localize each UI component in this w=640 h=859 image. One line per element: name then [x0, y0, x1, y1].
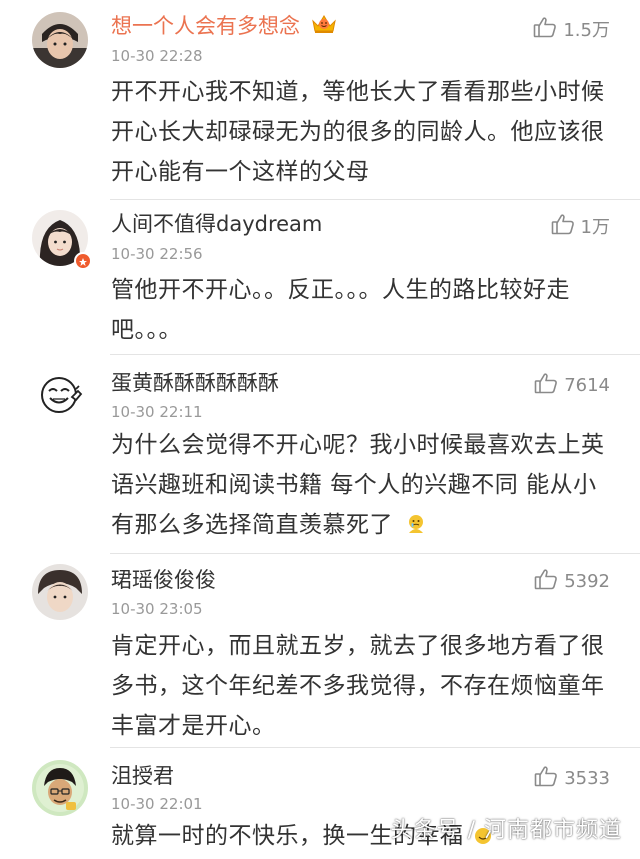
like-count: 7614	[564, 374, 610, 396]
user-avatar[interactable]	[32, 760, 88, 816]
thumbs-up-icon	[533, 16, 557, 42]
comment-time: 10-30 22:28	[111, 47, 203, 65]
comment-item: 人间不值得daydream 10-30 22:56 1万 管他开不开心。。反正。…	[0, 200, 640, 355]
comment-time: 10-30 23:05	[111, 600, 203, 618]
username[interactable]: 蛋黄酥酥酥酥酥酥	[111, 369, 279, 397]
username[interactable]: 沮授君	[111, 762, 174, 790]
comment-time: 10-30 22:56	[111, 245, 203, 263]
user-avatar[interactable]	[32, 12, 88, 68]
comment-text: 为什么会觉得不开心呢？我小时候最喜欢去上英语兴趣班和阅读书籍 每个人的兴趣不同 …	[111, 425, 616, 548]
username[interactable]: 想一个人会有多想念	[111, 12, 337, 42]
username[interactable]: 珺瑶俊俊俊	[111, 566, 216, 594]
user-avatar[interactable]	[32, 564, 88, 620]
comment-text: 管他开不开心。。反正。。。人生的路比较好走吧。。。	[111, 277, 570, 343]
like-button[interactable]: 1万	[551, 211, 610, 241]
comment-text: 肯定开心，而且就五岁，就去了很多地方看了很多书，这个年纪差不多我觉得，不存在烦恼…	[111, 633, 605, 739]
thumbs-up-icon	[534, 372, 558, 398]
comment-text: 开不开心我不知道，等他长大了看看那些小时候开心长大却碌碌无为的很多的同龄人。他应…	[111, 79, 605, 185]
like-count: 1万	[580, 217, 610, 238]
comment-item: 珺瑶俊俊俊 10-30 23:05 5392 肯定开心，而且就五岁，就去了很多地…	[0, 554, 640, 749]
comment-item: 想一个人会有多想念 10-30 22:28 1.5万 开不开心我不知道，等他长大…	[0, 0, 640, 205]
verified-badge-icon	[74, 252, 92, 270]
like-count: 5392	[564, 570, 610, 592]
username[interactable]: 人间不值得daydream	[111, 210, 322, 238]
thumbs-up-icon	[534, 568, 558, 594]
like-button[interactable]: 7614	[534, 370, 610, 400]
like-button[interactable]: 5392	[534, 566, 610, 596]
crown-vip-icon	[311, 13, 337, 42]
like-count: 3533	[564, 767, 610, 789]
watermark: 头条号 / 河南都市频道	[390, 818, 622, 843]
like-count: 1.5万	[563, 20, 610, 41]
comment-item: 蛋黄酥酥酥酥酥酥 10-30 22:11 7614 为什么会觉得不开心呢？我小时…	[0, 355, 640, 555]
user-avatar[interactable]	[32, 367, 88, 423]
like-button[interactable]: 3533	[534, 763, 610, 793]
comment-time: 10-30 22:01	[111, 795, 203, 813]
thumbs-up-icon	[534, 765, 558, 791]
comment-time: 10-30 22:11	[111, 403, 203, 421]
like-button[interactable]: 1.5万	[533, 14, 610, 44]
crying-emoji-icon	[405, 508, 427, 548]
thumbs-up-icon	[551, 213, 575, 239]
